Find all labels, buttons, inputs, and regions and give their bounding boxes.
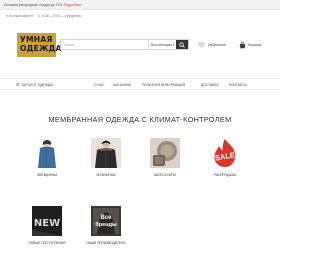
- nav-delivery[interactable]: ДОСТАВКА: [201, 79, 219, 90]
- category-select-value: Все категории: [151, 42, 172, 47]
- search-input[interactable]: [61, 40, 148, 49]
- category-women[interactable]: ЖЕНЩИНАМ: [27, 138, 67, 177]
- category-select[interactable]: Все категории ▼: [148, 40, 176, 49]
- favorites-link[interactable]: Избранное: [208, 43, 226, 47]
- promo-text: Большая распродажа! Скидки до 70%.: [4, 2, 64, 7]
- category-label: ЖЕНЩИНАМ: [37, 173, 57, 177]
- nav-stores[interactable]: МАГАЗИНЫ: [113, 79, 131, 90]
- main-nav: ☰ КАТАЛОГ ОДЕЖДЫ О НАС МАГАЗИНЫ ПОЛЕЗНАЯ…: [0, 78, 280, 90]
- sale-flame-icon: SALE: [210, 138, 240, 168]
- brands-badge-line-1: Все: [100, 215, 112, 221]
- cart-link[interactable]: Корзина: [248, 43, 261, 47]
- category-new-arrivals[interactable]: NEW НОВЫЕ ПОСТУПЛЕНИЯ: [27, 206, 67, 245]
- accessories-photo: [150, 138, 180, 168]
- catalog-menu-button[interactable]: ☰ КАТАЛОГ ОДЕЖДЫ: [16, 79, 53, 90]
- clock-icon: ◷: [37, 14, 41, 18]
- search-bar: Все категории ▼: [60, 39, 189, 50]
- account-link[interactable]: Личный кабинет: [9, 14, 33, 18]
- promo-link[interactable]: Подробнее: [64, 3, 81, 7]
- user-icon: ●: [6, 14, 9, 18]
- brands-badge-line-2: бренды: [95, 221, 117, 228]
- catalog-label: КАТАЛОГ ОДЕЖДЫ: [21, 82, 54, 87]
- category-men[interactable]: МУЖЧИНАМ: [86, 138, 126, 177]
- brands-photo: Все бренды: [91, 206, 121, 236]
- woman-coat-photo: [32, 138, 62, 168]
- search-icon: [179, 41, 185, 48]
- nav-contacts[interactable]: КОНТАКТЫ: [229, 79, 247, 90]
- category-label: НОВЫЕ ПОСТУПЛЕНИЯ: [28, 241, 66, 245]
- cart-icon[interactable]: [239, 42, 246, 49]
- new-arrivals-icon: NEW: [32, 206, 62, 236]
- man-jacket-photo: [91, 138, 121, 168]
- site-logo[interactable]: УМНАЯ ОДЕЖДА: [17, 33, 61, 57]
- site-header: УМНАЯ ОДЕЖДА Все категории ▼ Избранное К…: [0, 29, 280, 59]
- menu-icon: ☰: [16, 82, 20, 87]
- heart-icon[interactable]: [198, 42, 205, 48]
- category-accessories[interactable]: АКСЕССУАРЫ: [145, 138, 185, 177]
- contacts-row: ● Личный кабинет ◷ 10:00 - 22:00 — ежедн…: [6, 11, 81, 21]
- category-brands[interactable]: Все бренды НАШИ ПРОИЗВОДИТЕЛИ: [86, 206, 126, 245]
- category-label: НАШИ ПРОИЗВОДИТЕЛИ: [86, 241, 126, 245]
- search-button[interactable]: [176, 40, 188, 49]
- promo-bar: Большая распродажа! Скидки до 70%. Подро…: [0, 0, 280, 10]
- new-badge-text: NEW: [34, 218, 60, 229]
- page-title: МЕМБРАННАЯ ОДЕЖДА С КЛИМАТ-КОНТРОЛЕМ: [48, 115, 232, 124]
- category-label: РАСПРОДАЖА: [213, 173, 237, 177]
- nav-useful-info[interactable]: ПОЛЕЗНАЯ ИНФОРМАЦИЯ: [142, 79, 185, 90]
- working-hours: 10:00 - 22:00 — ежедневно: [41, 14, 82, 18]
- logo-line-2: ОДЕЖДА: [20, 44, 62, 53]
- category-sale[interactable]: SALE РАСПРОДАЖА: [205, 138, 245, 177]
- nav-about[interactable]: О НАС: [94, 79, 104, 90]
- category-label: АКСЕССУАРЫ: [154, 173, 176, 177]
- chevron-down-icon: ▼: [171, 42, 175, 47]
- category-label: МУЖЧИНАМ: [96, 173, 116, 177]
